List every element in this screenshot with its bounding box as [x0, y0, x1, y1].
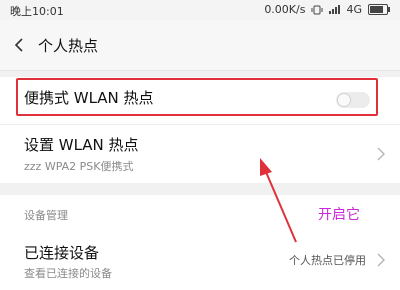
back-icon[interactable] — [8, 33, 32, 57]
status-right-group: 0.00K/s 4G — [264, 3, 390, 16]
signal-icon — [329, 5, 341, 14]
page-title: 个人热点 — [38, 37, 99, 55]
setup-hotspot-label: 设置 WLAN 热点 — [24, 136, 139, 154]
connected-devices-label: 已连接设备 — [24, 244, 100, 262]
status-time: 晚上10:01 — [10, 5, 64, 18]
vibrate-icon — [311, 5, 323, 14]
app-header: 个人热点 — [0, 20, 400, 71]
highlight-box — [16, 78, 378, 116]
network-speed: 0.00K/s — [264, 3, 306, 16]
setup-hotspot-subtitle: zzz WPA2 PSK便携式 — [24, 160, 134, 173]
section-device-management: 设备管理 — [24, 209, 68, 222]
status-bar: 晚上10:01 0.00K/s 4G — [0, 0, 400, 20]
chevron-right-icon — [377, 253, 385, 267]
battery-icon — [368, 4, 390, 15]
chevron-right-icon — [377, 147, 385, 161]
connected-devices-subtitle: 查看已连接的设备 — [24, 267, 112, 280]
setup-hotspot-row[interactable]: 设置 WLAN 热点 zzz WPA2 PSK便携式 — [0, 125, 400, 181]
connected-devices-status: 个人热点已停用 — [289, 254, 366, 267]
section-separator — [0, 183, 400, 195]
network-type: 4G — [346, 3, 362, 16]
annotation-text: 开启它 — [318, 207, 360, 223]
